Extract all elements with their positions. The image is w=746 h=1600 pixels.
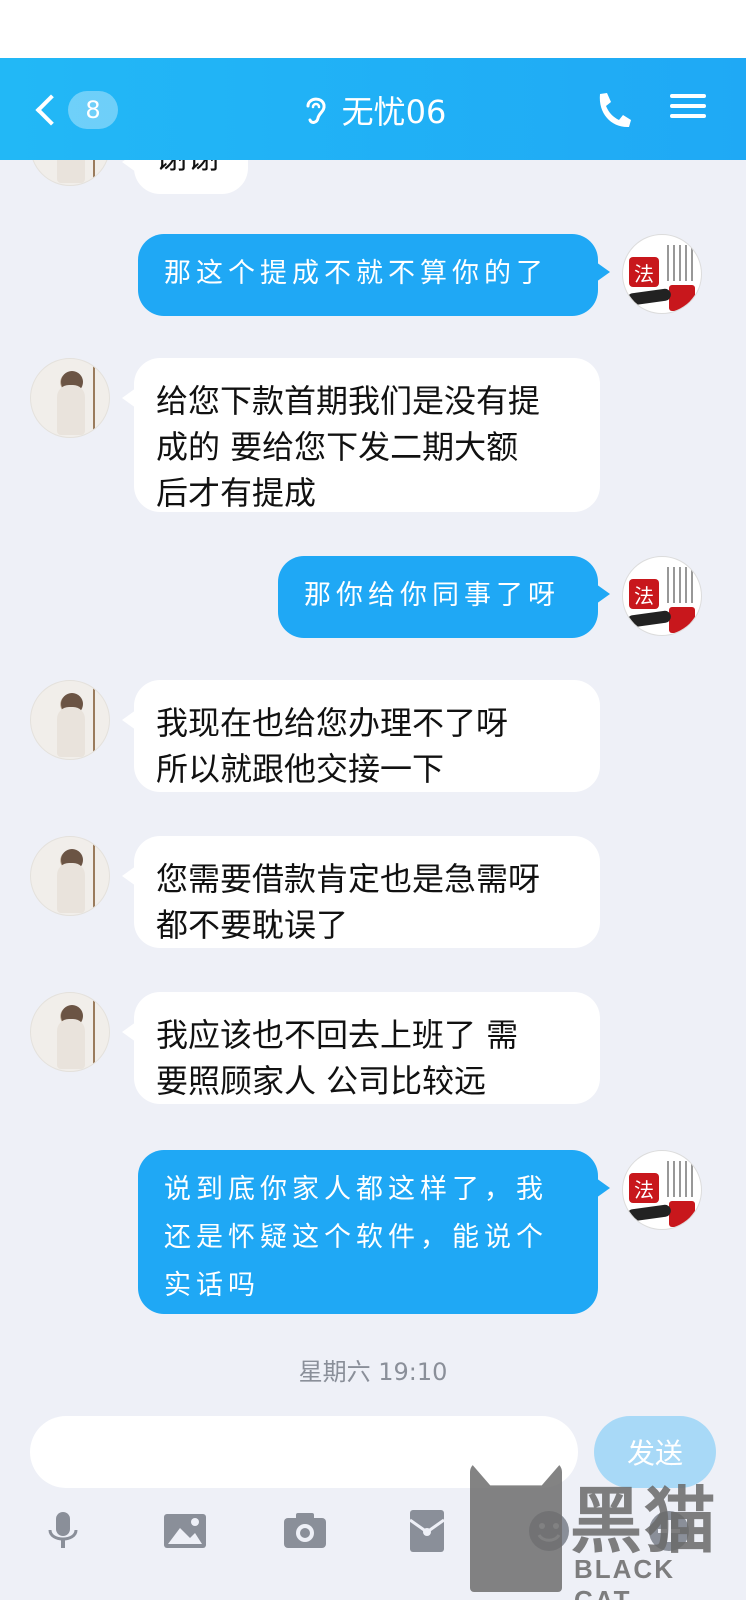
- my-avatar[interactable]: 法: [622, 1150, 702, 1230]
- ear-icon[interactable]: [300, 92, 330, 128]
- menu-icon[interactable]: [668, 88, 708, 128]
- emoji-icon[interactable]: [524, 1506, 574, 1556]
- my-avatar[interactable]: 法: [622, 556, 702, 636]
- message-bubble-received[interactable]: 给您下款首期我们是没有提 成的 要给您下发二期大额 后才有提成: [122, 358, 600, 512]
- title-group: 无忧06: [0, 88, 746, 132]
- message-text: 我应该也不回去上班了 需 要照顾家人 公司比较远: [156, 1016, 519, 1100]
- camera-icon[interactable]: [280, 1506, 330, 1556]
- message-bubble-sent[interactable]: 那这个提成不就不算你的了: [138, 234, 610, 316]
- phone-icon[interactable]: [592, 88, 632, 132]
- input-bar: 发送: [0, 1410, 746, 1600]
- message-bubble-received[interactable]: 我现在也给您办理不了呀 所以就跟他交接一下: [122, 680, 600, 792]
- message-text: 那你给你同事了呀: [304, 580, 560, 611]
- image-icon[interactable]: [160, 1506, 210, 1556]
- message-bubble-received[interactable]: 您需要借款肯定也是急需呀 都不要耽误了: [122, 836, 600, 948]
- message-timestamp: 星期六 19:10: [298, 1358, 448, 1386]
- my-avatar[interactable]: 法: [622, 234, 702, 314]
- send-button[interactable]: 发送: [594, 1416, 716, 1488]
- contact-avatar[interactable]: [30, 680, 110, 760]
- microphone-icon[interactable]: [38, 1506, 88, 1556]
- message-text: 我现在也给您办理不了呀 所以就跟他交接一下: [156, 704, 509, 788]
- message-bubble-received[interactable]: 我应该也不回去上班了 需 要照顾家人 公司比较远: [122, 992, 600, 1104]
- message-input[interactable]: [30, 1416, 578, 1488]
- chat-area[interactable]: 谢谢 法 那这个提成不就不算你的了 给您下款首期我们是没有提 成的 要给您下发二…: [0, 58, 746, 1410]
- red-packet-icon[interactable]: [402, 1506, 452, 1556]
- more-icon[interactable]: [644, 1506, 694, 1556]
- status-bar: [0, 0, 746, 58]
- chat-header: 8 无忧06: [0, 58, 746, 160]
- message-text: 给您下款首期我们是没有提 成的 要给您下发二期大额 后才有提成: [156, 382, 541, 512]
- contact-avatar[interactable]: [30, 992, 110, 1072]
- message-bubble-sent[interactable]: 说到底你家人都这样了，我 还是怀疑这个软件，能说个 实话吗: [138, 1150, 610, 1314]
- message-text: 说到底你家人都这样了，我 还是怀疑这个软件，能说个 实话吗: [164, 1174, 548, 1301]
- message-text: 那这个提成不就不算你的了: [164, 258, 548, 289]
- contact-avatar[interactable]: [30, 358, 110, 438]
- message-text: 您需要借款肯定也是急需呀 都不要耽误了: [156, 860, 541, 944]
- message-bubble-sent[interactable]: 那你给你同事了呀: [278, 556, 610, 638]
- contact-avatar[interactable]: [30, 836, 110, 916]
- chat-title: 无忧06: [341, 93, 447, 131]
